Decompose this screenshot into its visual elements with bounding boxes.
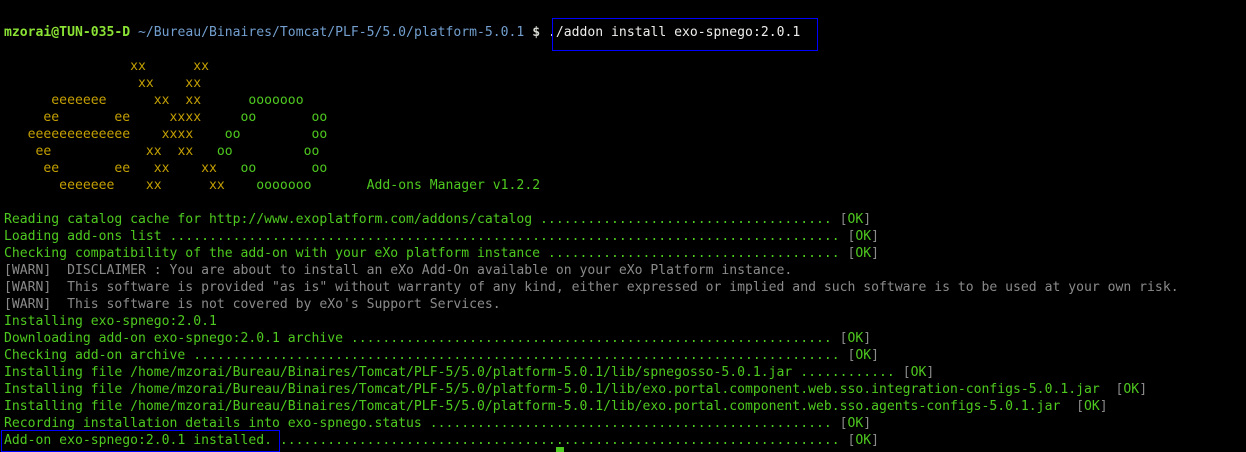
log-line-text: Installing file /home/mzorai/Bureau/Bina… [4, 399, 1077, 414]
log-line: [WARN] This software is not covered by e… [4, 296, 501, 313]
banner-o: ooooooo [224, 178, 312, 193]
banner-x: xx xx [153, 93, 202, 108]
addons-manager-label: Add-ons Manager v1.2.2 [366, 178, 541, 193]
log-line-text: Downloading add-on exo-spnego:2.0.1 arch… [4, 331, 840, 346]
log-line: Installing file /home/mzorai/Bureau/Bina… [4, 398, 1108, 415]
prompt-command: ./addon install exo-spnego:2.0.1 [547, 25, 801, 40]
log-line: Recording installation details into exo-… [4, 415, 871, 432]
status-ok: OK [855, 246, 872, 261]
status-ok: OK [910, 365, 927, 380]
log-line-text: Installing file /home/mzorai/Bureau/Bina… [4, 365, 903, 380]
banner-x: xx xx [153, 161, 217, 176]
status-bracket-open: [ [839, 331, 848, 346]
prompt-user: mzorai@TUN-035-D [4, 25, 131, 40]
status-bracket-open: [ [1076, 399, 1084, 414]
log-line: Reading catalog cache for http://www.exo… [4, 211, 871, 228]
log-line-text: [WARN] This software is provided "as is"… [4, 280, 1179, 295]
banner-o: oo oo [193, 144, 320, 159]
log-line: Checking compatibility of the add-on wit… [4, 245, 879, 262]
status-bracket-open: [ [839, 212, 848, 227]
log-line: Downloading add-on exo-spnego:2.0.1 arch… [4, 330, 871, 347]
status-bracket-open: [ [902, 365, 911, 380]
banner-row-1: xx xx [4, 59, 209, 74]
banner-o: ooooooo [201, 93, 304, 108]
log-line-text: [WARN] DISCLAIMER : You are about to ins… [4, 263, 793, 278]
log-line-text: Loading add-ons list ...................… [4, 229, 848, 244]
banner-x: xxxx [169, 110, 202, 125]
log-line: Installing file /home/mzorai/Bureau/Bina… [4, 381, 1147, 398]
banner-e: ee [4, 144, 146, 159]
status-ok: OK [847, 331, 864, 346]
banner-row-4: ee ee xxxx oo oo [4, 109, 327, 126]
log-line: [WARN] This software is provided "as is"… [4, 279, 1179, 296]
log-line: Installing exo-spnego:2.0.1 [4, 313, 217, 330]
status-bracket-close: ] [871, 433, 880, 448]
banner-row-8: eeeeeee xx xx ooooooo Add-ons Manager v1… [4, 177, 540, 194]
status-bracket-close: ] [871, 246, 880, 261]
prompt-symbol: $ [532, 25, 541, 40]
banner-e: eeeeeee [4, 93, 154, 108]
log-line-text: Add-on exo-spnego:2.0.1 installed. .....… [4, 433, 848, 448]
banner-x: xxxx [161, 127, 194, 142]
status-bracket-close: ] [863, 212, 872, 227]
log-line: Checking add-on archive ................… [4, 347, 879, 364]
status-bracket-close: ] [1099, 399, 1108, 414]
banner-row-3: eeeeeee xx xx ooooooo [4, 92, 304, 109]
log-line-text: Installing exo-spnego:2.0.1 [4, 314, 217, 329]
terminal-cursor [556, 447, 564, 452]
log-line-text: Installing file /home/mzorai/Bureau/Bina… [4, 382, 1116, 397]
banner-o: oo oo [216, 161, 328, 176]
status-ok: OK [1084, 399, 1100, 414]
log-line-text: Recording installation details into exo-… [4, 416, 840, 431]
banner-o: oo oo [201, 110, 328, 125]
status-ok: OK [855, 433, 872, 448]
banner-e: ee ee [4, 161, 154, 176]
log-line-text: [WARN] This software is not covered by e… [4, 297, 501, 312]
status-bracket-close: ] [1139, 382, 1148, 397]
terminal-window[interactable]: mzorai@TUN-035-D ~/Bureau/Binaires/Tomca… [0, 0, 1246, 452]
log-line-text: Reading catalog cache for http://www.exo… [4, 212, 840, 227]
banner-row-5: eeeeeeeeeeeee xxxx oo oo [4, 126, 328, 143]
banner-e: ee ee [4, 110, 170, 125]
banner-row-6: ee xx xx oo oo [4, 143, 320, 160]
banner-e: eeeeeeeeeeeee [4, 127, 162, 142]
log-line: Add-on exo-spnego:2.0.1 installed. .....… [4, 432, 879, 449]
log-line: Loading add-ons list ...................… [4, 228, 879, 245]
prompt-line: mzorai@TUN-035-D ~/Bureau/Binaires/Tomca… [4, 24, 800, 41]
status-ok: OK [847, 416, 864, 431]
status-bracket-close: ] [863, 416, 872, 431]
status-bracket-open: [ [839, 416, 848, 431]
banner-x: xx xx [145, 144, 194, 159]
status-ok: OK [1123, 382, 1140, 397]
status-ok: OK [855, 348, 872, 363]
log-line-text: Checking compatibility of the add-on wit… [4, 246, 848, 261]
banner-row-7: ee ee xx xx oo oo [4, 160, 327, 177]
banner-x: xx xx [145, 178, 225, 193]
prompt-path: ~/Bureau/Binaires/Tomcat/PLF-5/5.0/platf… [138, 25, 525, 40]
status-bracket-close: ] [926, 365, 935, 380]
log-line: Installing file /home/mzorai/Bureau/Bina… [4, 364, 934, 381]
status-bracket-close: ] [871, 348, 880, 363]
log-line: [WARN] DISCLAIMER : You are about to ins… [4, 262, 792, 279]
banner-o: oo oo [193, 127, 328, 142]
status-bracket-close: ] [871, 229, 880, 244]
status-ok: OK [855, 229, 872, 244]
status-ok: OK [847, 212, 864, 227]
banner-row-2: xx xx [4, 76, 202, 91]
banner-e: eeeeeee [4, 178, 146, 193]
log-line-text: Checking add-on archive ................… [4, 348, 848, 363]
status-bracket-close: ] [863, 331, 872, 346]
